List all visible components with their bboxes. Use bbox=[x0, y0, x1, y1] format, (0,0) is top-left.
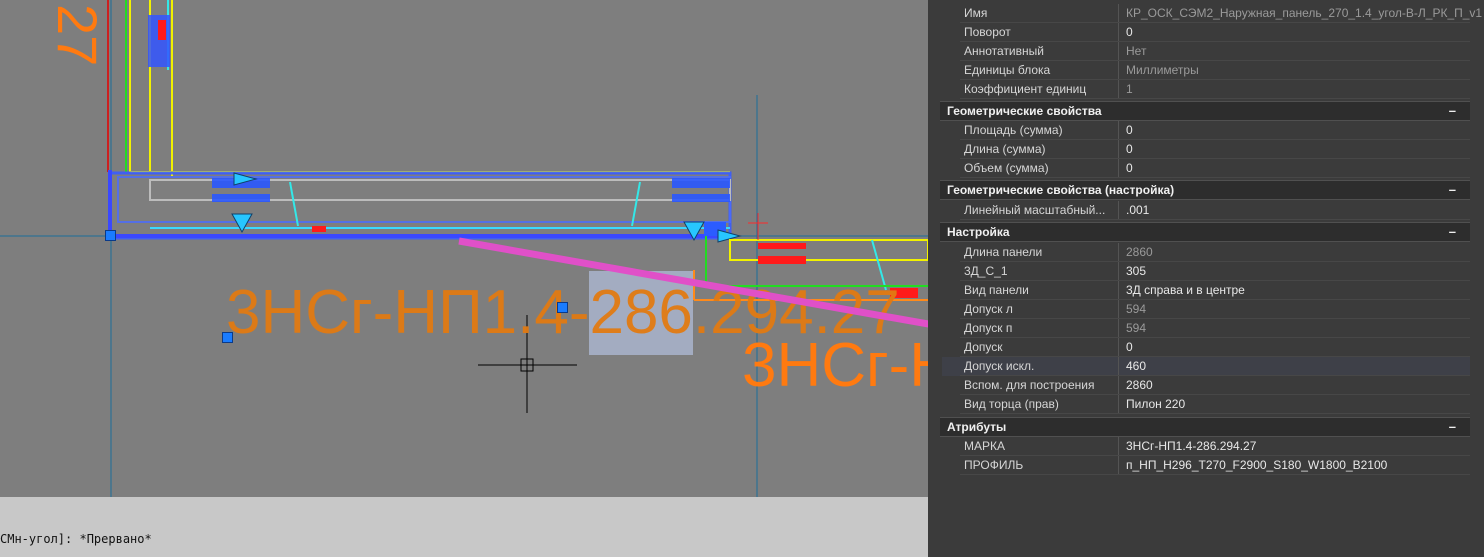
prop-value[interactable]: 0 bbox=[1126, 340, 1133, 354]
collapse-icon[interactable]: – bbox=[1449, 182, 1456, 197]
prop-key: Площадь (сумма) bbox=[964, 123, 1063, 137]
prop-row-tolerance-left[interactable]: Допуск л 594 bbox=[942, 300, 1470, 319]
cad-drawing[interactable]: 3НСг-НП1.4-286.294.27 3НСг-Н 27 bbox=[0, 0, 928, 497]
prop-row-tolerance-right[interactable]: Допуск п 594 bbox=[942, 319, 1470, 338]
prop-value[interactable]: КР_ОСК_СЭМ2_Наружная_панель_270_1.4_угол… bbox=[1126, 6, 1482, 20]
section-settings[interactable]: Настройка – bbox=[940, 222, 1470, 242]
prop-row-area[interactable]: Площадь (сумма) 0 bbox=[942, 121, 1470, 140]
prop-value[interactable]: 0 bbox=[1126, 161, 1133, 175]
prop-key: Вид панели bbox=[964, 283, 1029, 297]
prop-row-aux-build[interactable]: Вспом. для построения 2860 bbox=[942, 376, 1470, 395]
prop-key: МАРКА bbox=[964, 439, 1005, 453]
prop-row-name[interactable]: Имя КР_ОСК_СЭМ2_Наружная_панель_270_1.4_у… bbox=[942, 4, 1482, 23]
prop-value[interactable]: 1 bbox=[1126, 82, 1133, 96]
prop-key: Допуск л bbox=[964, 302, 1013, 316]
prop-value[interactable]: 594 bbox=[1126, 302, 1146, 316]
prop-key: Аннотативный bbox=[964, 44, 1044, 58]
prop-key: Допуск п bbox=[964, 321, 1013, 335]
grip-handle[interactable] bbox=[557, 302, 568, 313]
drawing-viewport[interactable]: 3НСг-НП1.4-286.294.27 3НСг-Н 27 bbox=[0, 0, 928, 497]
collapse-icon[interactable]: – bbox=[1449, 224, 1456, 239]
grip-handle[interactable] bbox=[105, 230, 116, 241]
prop-value[interactable]: 3Д справа и в центре bbox=[1126, 283, 1245, 297]
prop-row-3d-c1[interactable]: 3Д_С_1 305 bbox=[942, 262, 1470, 281]
prop-row-tolerance[interactable]: Допуск 0 bbox=[942, 338, 1470, 357]
prop-value[interactable]: Нет bbox=[1126, 44, 1146, 58]
prop-row-annotative[interactable]: Аннотативный Нет bbox=[942, 42, 1470, 61]
prop-value[interactable]: 0 bbox=[1126, 123, 1133, 137]
prop-row-panel-length[interactable]: Длина панели 2860 bbox=[942, 243, 1470, 262]
prop-value[interactable]: 2860 bbox=[1126, 378, 1153, 392]
command-line-text: СМн-угол]: *Прервано* bbox=[0, 532, 152, 546]
prop-row-block-units[interactable]: Единицы блока Миллиметры bbox=[942, 61, 1470, 80]
prop-value[interactable]: .001 bbox=[1126, 203, 1149, 217]
prop-key: Допуск bbox=[964, 340, 1003, 354]
prop-value[interactable]: 460 bbox=[1126, 359, 1146, 373]
prop-key: Поворот bbox=[964, 25, 1011, 39]
prop-value[interactable]: 0 bbox=[1126, 142, 1133, 156]
prop-value[interactable]: Миллиметры bbox=[1126, 63, 1199, 77]
prop-key: Длина панели bbox=[964, 245, 1043, 259]
collapse-icon[interactable]: – bbox=[1449, 419, 1456, 434]
prop-row-tolerance-excl[interactable]: Допуск искл. 460 bbox=[942, 357, 1470, 376]
section-geometry[interactable]: Геометрические свойства – bbox=[940, 101, 1470, 121]
prop-value[interactable]: 2860 bbox=[1126, 245, 1153, 259]
mark-text-secondary: 3НСг-Н bbox=[742, 331, 928, 400]
prop-value[interactable]: 305 bbox=[1126, 264, 1146, 278]
prop-key: Имя bbox=[964, 6, 988, 20]
prop-key: Вспом. для построения bbox=[964, 378, 1095, 392]
prop-key: Допуск искл. bbox=[964, 359, 1035, 373]
prop-row-linear-scale[interactable]: Линейный масштабный... .001 bbox=[942, 201, 1470, 220]
prop-row-end-view-right[interactable]: Вид торца (прав) Пилон 220 bbox=[942, 395, 1470, 414]
prop-value[interactable]: п_НП_Н296_Т270_F2900_S180_W1800_B2100 bbox=[1126, 458, 1387, 472]
prop-row-rotation[interactable]: Поворот 0 bbox=[942, 23, 1470, 42]
section-title: Атрибуты bbox=[947, 420, 1007, 434]
grip-handle[interactable] bbox=[222, 332, 233, 343]
prop-value[interactable]: 3НСг-НП1.4-286.294.27 bbox=[1126, 439, 1256, 453]
prop-row-profile[interactable]: ПРОФИЛЬ п_НП_Н296_Т270_F2900_S180_W1800_B… bbox=[942, 456, 1470, 475]
section-title: Геометрические свойства (настройка) bbox=[947, 183, 1175, 197]
prop-key: Коэффициент единиц bbox=[964, 82, 1087, 96]
prop-key: Единицы блока bbox=[964, 63, 1051, 77]
prop-value[interactable]: 594 bbox=[1126, 321, 1146, 335]
section-geometry-settings[interactable]: Геометрические свойства (настройка) – bbox=[940, 180, 1470, 200]
prop-value[interactable]: Пилон 220 bbox=[1126, 397, 1185, 411]
mark-text-top: 27 bbox=[46, 4, 109, 66]
prop-row-length[interactable]: Длина (сумма) 0 bbox=[942, 140, 1470, 159]
prop-row-mark[interactable]: МАРКА 3НСг-НП1.4-286.294.27 bbox=[942, 437, 1470, 456]
prop-key: Объем (сумма) bbox=[964, 161, 1049, 175]
collapse-icon[interactable]: – bbox=[1449, 103, 1456, 118]
command-line[interactable]: СМн-угол]: *Прервано* bbox=[0, 497, 928, 557]
section-title: Настройка bbox=[947, 225, 1010, 239]
prop-key: Длина (сумма) bbox=[964, 142, 1046, 156]
prop-row-panel-view[interactable]: Вид панели 3Д справа и в центре bbox=[942, 281, 1470, 300]
prop-row-unit-factor[interactable]: Коэффициент единиц 1 bbox=[942, 80, 1470, 99]
prop-key: 3Д_С_1 bbox=[964, 264, 1008, 278]
section-attributes[interactable]: Атрибуты – bbox=[940, 417, 1470, 437]
prop-row-volume[interactable]: Объем (сумма) 0 bbox=[942, 159, 1470, 178]
properties-palette: Имя КР_ОСК_СЭМ2_Наружная_панель_270_1.4_у… bbox=[928, 0, 1484, 557]
prop-value[interactable]: 0 bbox=[1126, 25, 1133, 39]
section-title: Геометрические свойства bbox=[947, 104, 1102, 118]
prop-key: ПРОФИЛЬ bbox=[964, 458, 1024, 472]
prop-key: Вид торца (прав) bbox=[964, 397, 1059, 411]
prop-key: Линейный масштабный... bbox=[964, 203, 1106, 217]
